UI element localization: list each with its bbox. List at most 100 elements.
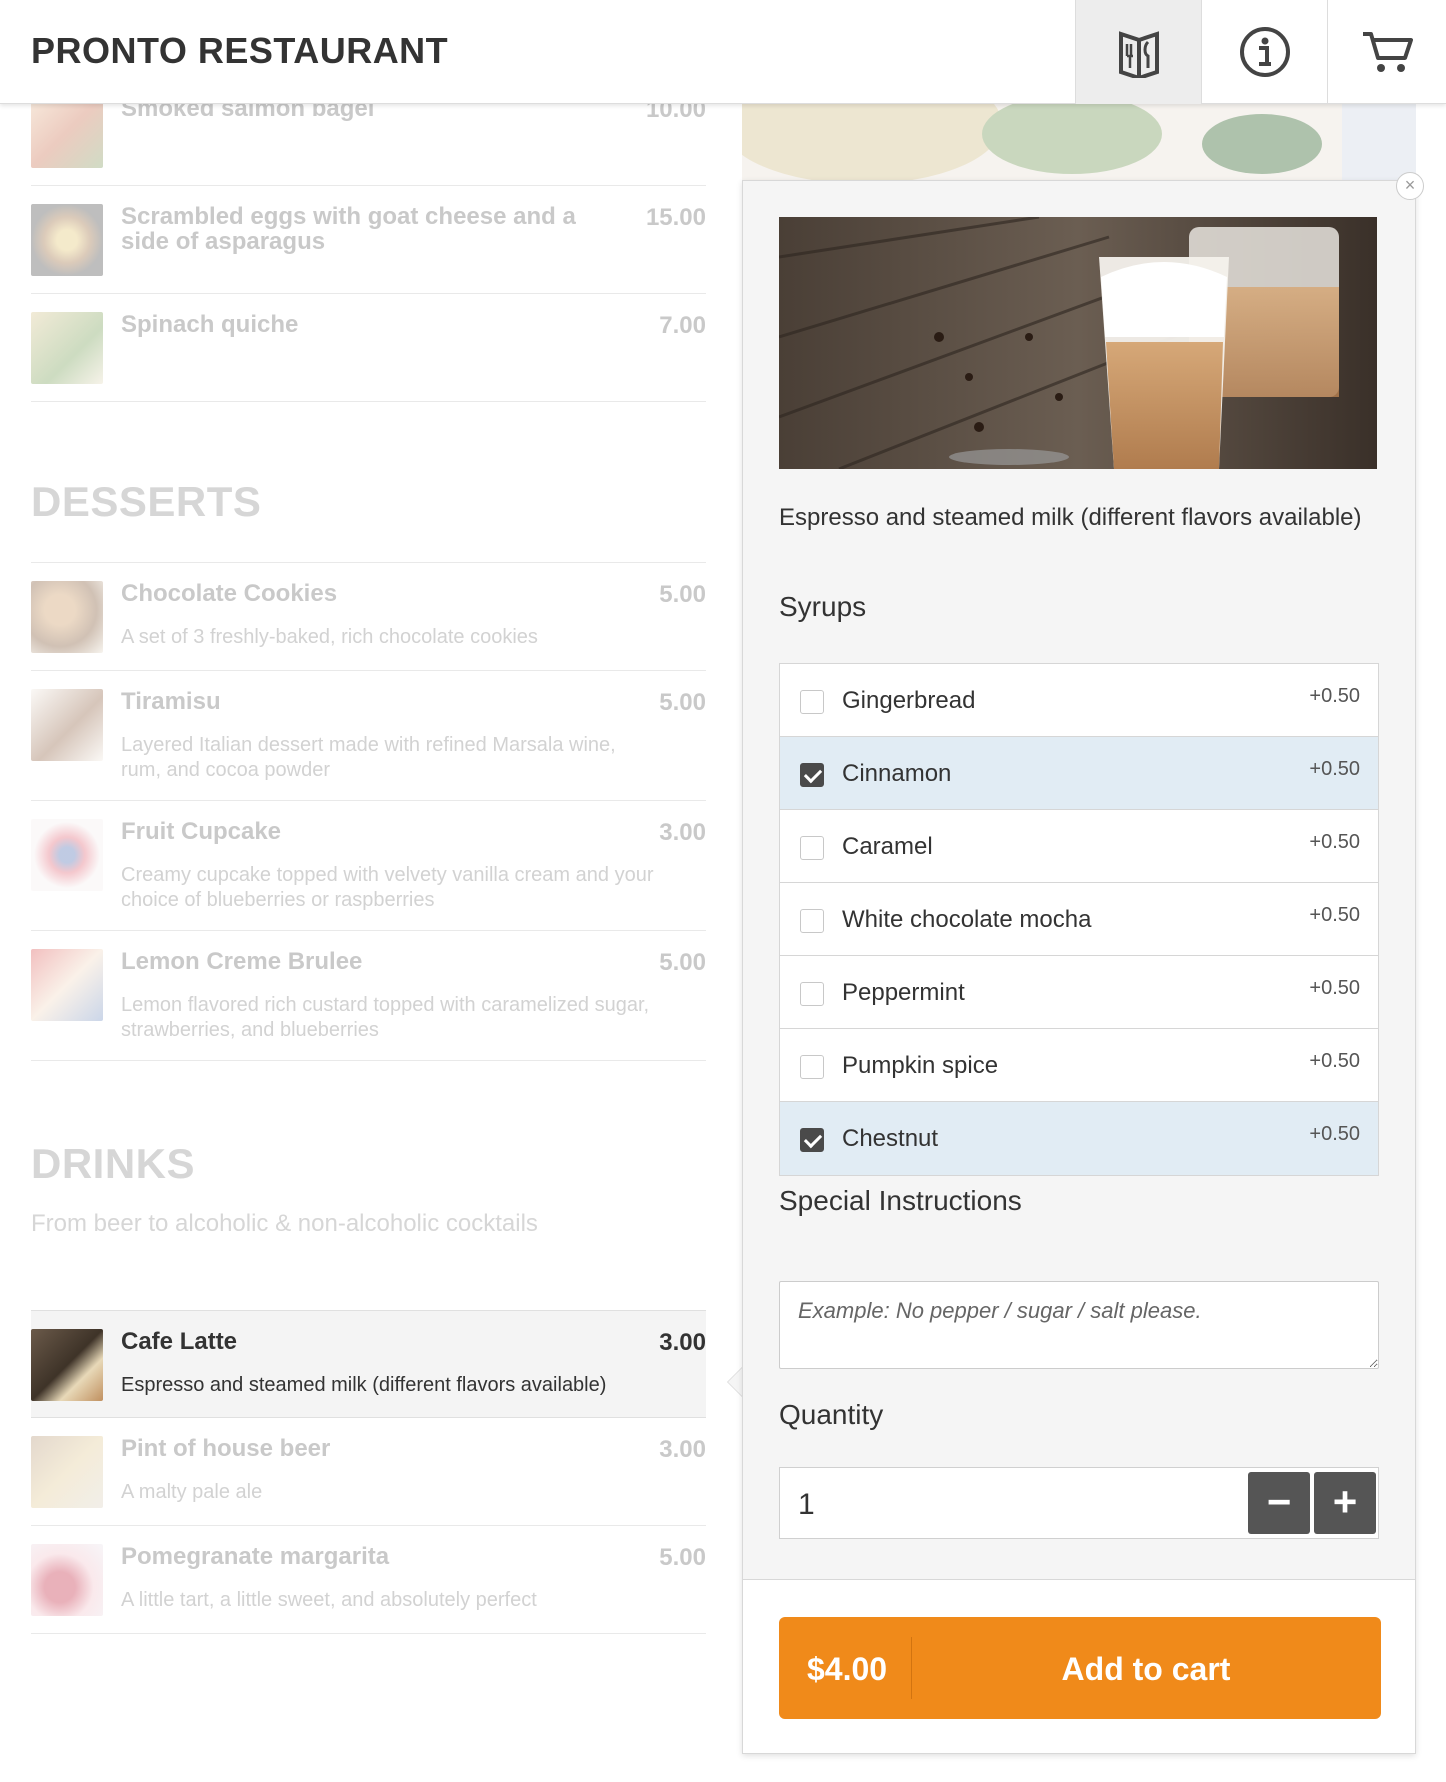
hero-image bbox=[742, 104, 1416, 180]
quantity-value[interactable]: 1 bbox=[798, 1488, 815, 1522]
option-price: +0.50 bbox=[1309, 1123, 1360, 1145]
quantity-stepper: 1 − + bbox=[779, 1467, 1379, 1539]
item-description: Creamy cupcake topped with velvety vanil… bbox=[121, 864, 654, 911]
list-item[interactable]: Scrambled eggs with goat cheese and a si… bbox=[31, 186, 706, 294]
close-icon[interactable]: × bbox=[1396, 172, 1424, 200]
option-label: White chocolate mocha bbox=[842, 906, 1092, 933]
decrease-quantity-button[interactable]: − bbox=[1248, 1472, 1310, 1534]
item-price: 15.00 bbox=[645, 204, 706, 231]
item-thumbnail bbox=[31, 949, 103, 1021]
item-name: Pomegranate margarita bbox=[121, 1543, 390, 1570]
item-thumbnail bbox=[31, 1544, 103, 1616]
section-title-desserts: DESSERTS bbox=[31, 478, 262, 525]
list-item[interactable]: Tiramisu 5.00 Layered Italian dessert ma… bbox=[31, 671, 706, 801]
section-title-drinks: DRINKS bbox=[31, 1140, 196, 1187]
list-item-selected[interactable]: Cafe Latte 3.00 Espresso and steamed mil… bbox=[31, 1310, 706, 1418]
option-label: Chestnut bbox=[842, 1125, 939, 1152]
item-thumbnail bbox=[31, 96, 103, 168]
syrup-option-gingerbread[interactable]: Gingerbread +0.50 bbox=[780, 664, 1378, 737]
item-price: 5.00 bbox=[659, 1544, 706, 1571]
list-item[interactable]: Pint of house beer 3.00 A malty pale ale bbox=[31, 1418, 706, 1526]
item-description: A set of 3 freshly-baked, rich chocolate… bbox=[121, 626, 538, 648]
popover-arrow bbox=[727, 1366, 743, 1398]
list-item[interactable]: Pomegranate margarita 5.00 A little tart… bbox=[31, 1526, 706, 1634]
item-description: Layered Italian dessert made with refine… bbox=[121, 734, 616, 781]
item-price: 3.00 bbox=[659, 1436, 706, 1463]
item-thumbnail bbox=[31, 312, 103, 384]
top-bar: PRONTO RESTAURANT bbox=[0, 0, 1446, 104]
list-item[interactable]: Fruit Cupcake 3.00 Creamy cupcake topped… bbox=[31, 801, 706, 931]
option-price: +0.50 bbox=[1309, 758, 1360, 780]
checkbox[interactable] bbox=[800, 1055, 824, 1079]
menu-list: Smoked salmon bagel 10.00 Scrambled eggs… bbox=[0, 96, 742, 1782]
item-thumbnail bbox=[31, 819, 103, 891]
cart-icon bbox=[1363, 32, 1413, 72]
item-description: A little tart, a little sweet, and absol… bbox=[121, 1589, 537, 1611]
syrup-option-cinnamon[interactable]: Cinnamon +0.50 bbox=[780, 737, 1378, 810]
item-price: 5.00 bbox=[659, 949, 706, 976]
list-item[interactable]: Chocolate Cookies 5.00 A set of 3 freshl… bbox=[31, 563, 706, 671]
option-price: +0.50 bbox=[1309, 685, 1360, 707]
item-thumbnail bbox=[31, 204, 103, 276]
item-description: Lemon flavored rich custard topped with … bbox=[121, 994, 650, 1041]
item-name: Spinach quiche bbox=[121, 311, 299, 338]
brand-title[interactable]: PRONTO RESTAURANT bbox=[31, 30, 448, 72]
info-icon bbox=[1239, 27, 1290, 77]
item-name: Fruit Cupcake bbox=[121, 818, 282, 845]
item-name: Chocolate Cookies bbox=[121, 580, 338, 607]
product-panel: Espresso and steamed milk (different fla… bbox=[742, 180, 1416, 1754]
item-thumbnail bbox=[31, 581, 103, 653]
option-label: Caramel bbox=[842, 833, 933, 860]
instructions-title: Special Instructions bbox=[779, 1185, 1022, 1216]
syrup-option-caramel[interactable]: Caramel +0.50 bbox=[780, 810, 1378, 883]
add-to-cart-button[interactable]: $4.00 Add to cart bbox=[779, 1617, 1381, 1719]
item-description: Espresso and steamed milk (different fla… bbox=[121, 1374, 607, 1396]
menu-icon bbox=[1118, 31, 1159, 78]
list-item[interactable]: Spinach quiche 7.00 bbox=[31, 294, 706, 402]
item-price: 7.00 bbox=[659, 312, 706, 339]
item-price: 5.00 bbox=[659, 581, 706, 608]
syrups-title: Syrups bbox=[779, 591, 867, 622]
syrup-option-white-chocolate-mocha[interactable]: White chocolate mocha +0.50 bbox=[780, 883, 1378, 956]
syrup-option-pumpkin-spice[interactable]: Pumpkin spice +0.50 bbox=[780, 1029, 1378, 1102]
checkbox-checked[interactable] bbox=[800, 763, 824, 787]
option-label: Cinnamon bbox=[842, 760, 952, 787]
item-name: Lemon Creme Brulee bbox=[121, 948, 363, 975]
section-subtitle-drinks: From beer to alcoholic & non-alcoholic c… bbox=[31, 1210, 538, 1237]
total-price: $4.00 bbox=[807, 1651, 888, 1687]
item-thumbnail bbox=[31, 1436, 103, 1508]
product-description: Espresso and steamed milk (different fla… bbox=[779, 504, 1362, 531]
item-name: Cafe Latte bbox=[121, 1328, 238, 1355]
option-label: Gingerbread bbox=[842, 687, 976, 714]
item-price: 3.00 bbox=[659, 819, 706, 846]
syrup-options: Gingerbread +0.50 Cinnamon +0.50 Caramel… bbox=[779, 663, 1379, 1176]
syrup-option-chestnut[interactable]: Chestnut +0.50 bbox=[780, 1102, 1378, 1175]
item-name: Tiramisu bbox=[121, 688, 221, 715]
checkbox[interactable] bbox=[800, 982, 824, 1006]
syrup-option-peppermint[interactable]: Peppermint +0.50 bbox=[780, 956, 1378, 1029]
option-price: +0.50 bbox=[1309, 1050, 1360, 1072]
checkbox[interactable] bbox=[800, 909, 824, 933]
item-name: Pint of house beer bbox=[121, 1435, 331, 1462]
menu-button[interactable] bbox=[1075, 0, 1201, 104]
item-price: 3.00 bbox=[659, 1329, 706, 1356]
item-name: Scrambled eggs with goat cheese and a si… bbox=[121, 203, 576, 255]
quantity-title: Quantity bbox=[779, 1399, 884, 1430]
option-price: +0.50 bbox=[1309, 904, 1360, 926]
item-thumbnail bbox=[31, 1329, 103, 1401]
list-item[interactable]: Lemon Creme Brulee 5.00 Lemon flavored r… bbox=[31, 931, 706, 1061]
checkbox-checked[interactable] bbox=[800, 1128, 824, 1152]
cart-button[interactable] bbox=[1327, 0, 1446, 104]
checkbox[interactable] bbox=[800, 836, 824, 860]
checkbox[interactable] bbox=[800, 690, 824, 714]
product-image bbox=[779, 217, 1377, 469]
item-description: A malty pale ale bbox=[121, 1481, 263, 1503]
increase-quantity-button[interactable]: + bbox=[1314, 1472, 1376, 1534]
special-instructions-input[interactable] bbox=[779, 1281, 1379, 1369]
info-button[interactable] bbox=[1201, 0, 1327, 104]
item-price: 5.00 bbox=[659, 689, 706, 716]
option-price: +0.50 bbox=[1309, 977, 1360, 999]
option-label: Peppermint bbox=[842, 979, 965, 1006]
option-label: Pumpkin spice bbox=[842, 1052, 999, 1079]
add-to-cart-label: Add to cart bbox=[1061, 1651, 1231, 1687]
